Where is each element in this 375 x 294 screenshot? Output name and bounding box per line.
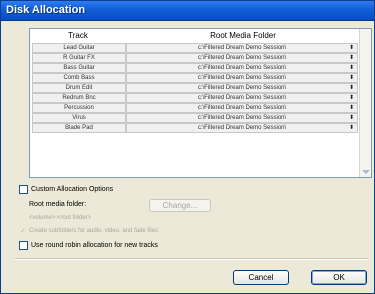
track-rows: Lead Guitar c:\Filtered Dream Demo Sessio…: [30, 43, 360, 133]
create-subfolders-label: Create subfolders for audio, video, and …: [29, 228, 159, 234]
table-row[interactable]: Drum Edit c:\Filtered Dream Demo Session\…: [30, 83, 360, 93]
up-down-arrows-icon[interactable]: ⬍: [349, 54, 354, 62]
table-row[interactable]: Virus c:\Filtered Dream Demo Session\ ⬍: [30, 113, 360, 123]
change-button[interactable]: Change...: [149, 199, 211, 212]
root-folder-value: c:\Filtered Dream Demo Session\: [197, 55, 287, 61]
track-name-cell: Blade Pad: [32, 123, 126, 133]
root-folder-select[interactable]: c:\Filtered Dream Demo Session\ ⬍: [126, 93, 358, 103]
root-folder-select[interactable]: c:\Filtered Dream Demo Session\ ⬍: [126, 43, 358, 53]
root-folder-select[interactable]: c:\Filtered Dream Demo Session\ ⬍: [126, 113, 358, 123]
root-folder-value: c:\Filtered Dream Demo Session\: [197, 45, 287, 51]
window-title: Disk Allocation: [6, 4, 86, 16]
up-down-arrows-icon[interactable]: ⬍: [349, 74, 354, 82]
round-robin-checkbox[interactable]: [19, 241, 28, 250]
table-row[interactable]: Percussion c:\Filtered Dream Demo Session…: [30, 103, 360, 113]
ok-button[interactable]: OK: [311, 270, 367, 285]
subfolder-check-icon: ✓: [20, 228, 26, 235]
custom-allocation-checkbox[interactable]: [19, 185, 28, 194]
root-folder-select[interactable]: c:\Filtered Dream Demo Session\ ⬍: [126, 103, 358, 113]
up-down-arrows-icon[interactable]: ⬍: [349, 94, 354, 102]
up-down-arrows-icon[interactable]: ⬍: [349, 114, 354, 122]
table-row[interactable]: R Guitar FX c:\Filtered Dream Demo Sessio…: [30, 53, 360, 63]
up-down-arrows-icon[interactable]: ⬍: [349, 84, 354, 92]
table-row[interactable]: Lead Guitar c:\Filtered Dream Demo Sessio…: [30, 43, 360, 53]
root-folder-value: c:\Filtered Dream Demo Session\: [197, 65, 287, 71]
table-row[interactable]: Blade Pad c:\Filtered Dream Demo Session\…: [30, 123, 360, 133]
root-folder-value: c:\Filtered Dream Demo Session\: [197, 115, 287, 121]
table-header: Track Root Media Folder: [30, 29, 360, 43]
disk-allocation-dialog: Disk Allocation Track Root Media Folder …: [0, 0, 375, 294]
scroll-down-arrow-icon[interactable]: [362, 170, 370, 174]
column-header-track: Track: [68, 31, 88, 40]
root-folder-select[interactable]: c:\Filtered Dream Demo Session\ ⬍: [126, 83, 358, 93]
root-media-folder-label: Root media folder:: [29, 201, 87, 208]
table-row[interactable]: Comb Bass c:\Filtered Dream Demo Session\…: [30, 73, 360, 83]
table-row[interactable]: Redrum Bnc c:\Filtered Dream Demo Session…: [30, 93, 360, 103]
up-down-arrows-icon[interactable]: ⬍: [349, 44, 354, 52]
track-name-cell: Drum Edit: [32, 83, 126, 93]
root-folder-value: c:\Filtered Dream Demo Session\: [197, 75, 287, 81]
up-down-arrows-icon[interactable]: ⬍: [349, 124, 354, 132]
track-name-cell: Comb Bass: [32, 73, 126, 83]
track-name-cell: Virus: [32, 113, 126, 123]
round-robin-label: Use round robin allocation for new track…: [31, 242, 158, 249]
root-folder-value: c:\Filtered Dream Demo Session\: [197, 105, 287, 111]
track-name-cell: Bass Guitar: [32, 63, 126, 73]
track-name-cell: Lead Guitar: [32, 43, 126, 53]
root-folder-select[interactable]: c:\Filtered Dream Demo Session\ ⬍: [126, 53, 358, 63]
track-name-cell: R Guitar FX: [32, 53, 126, 63]
volume-root-folder-path: <volume>:<root folder>: [29, 215, 92, 221]
root-folder-value: c:\Filtered Dream Demo Session\: [197, 95, 287, 101]
root-folder-select[interactable]: c:\Filtered Dream Demo Session\ ⬍: [126, 73, 358, 83]
up-down-arrows-icon[interactable]: ⬍: [349, 64, 354, 72]
track-folder-list: Track Root Media Folder Lead Guitar c:\Fi…: [29, 28, 372, 178]
root-folder-select[interactable]: c:\Filtered Dream Demo Session\ ⬍: [126, 63, 358, 73]
root-folder-select[interactable]: c:\Filtered Dream Demo Session\ ⬍: [126, 123, 358, 133]
root-folder-value: c:\Filtered Dream Demo Session\: [197, 85, 287, 91]
track-name-cell: Redrum Bnc: [32, 93, 126, 103]
track-name-cell: Percussion: [32, 103, 126, 113]
up-down-arrows-icon[interactable]: ⬍: [349, 104, 354, 112]
cancel-button[interactable]: Cancel: [233, 270, 289, 285]
custom-allocation-label: Custom Allocation Options: [31, 186, 114, 193]
vertical-scrollbar[interactable]: [359, 29, 371, 177]
column-header-root-media-folder: Root Media Folder: [210, 31, 276, 40]
title-bar[interactable]: Disk Allocation: [1, 1, 374, 21]
separator-line: [15, 258, 368, 260]
root-folder-value: c:\Filtered Dream Demo Session\: [197, 125, 287, 131]
table-row[interactable]: Bass Guitar c:\Filtered Dream Demo Sessio…: [30, 63, 360, 73]
